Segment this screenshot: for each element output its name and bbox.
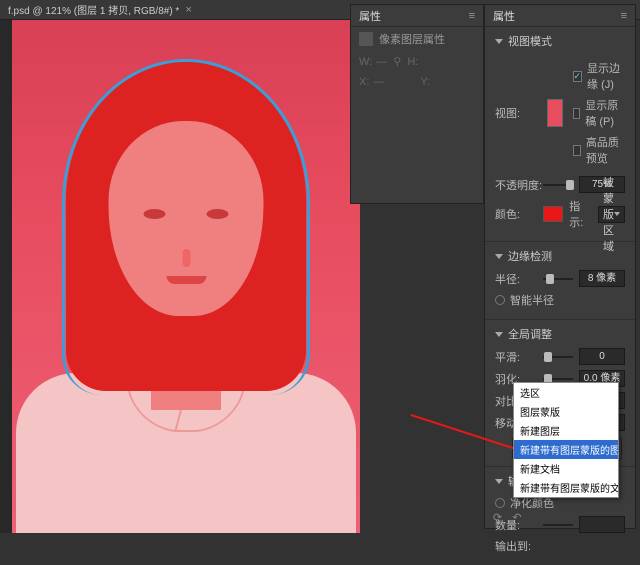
panel-menu-icon[interactable]: ≡ — [621, 10, 627, 22]
close-icon[interactable]: × — [185, 4, 191, 16]
dropdown-item[interactable]: 新建带有图层蒙版的文档 — [514, 478, 618, 497]
view-thumbnail[interactable] — [547, 99, 563, 127]
purify-color-radio[interactable] — [495, 498, 505, 508]
canvas-area[interactable] — [0, 20, 360, 533]
panel-menu-icon[interactable]: ≡ — [469, 10, 475, 22]
chevron-down-icon — [495, 332, 503, 337]
hq-preview-checkbox[interactable] — [573, 145, 581, 156]
opacity-value[interactable]: 75% — [579, 176, 625, 193]
show-original-checkbox[interactable] — [573, 108, 581, 119]
radius-value[interactable]: 8 像素 — [579, 270, 625, 287]
panel-title[interactable]: 属性 — [359, 8, 381, 24]
chevron-down-icon — [495, 254, 503, 259]
reset-icon[interactable]: ⟳ — [493, 511, 502, 524]
dropdown-item[interactable]: 选区 — [514, 383, 618, 402]
dropdown-item[interactable]: 新建带有图层蒙版的图层 — [514, 440, 618, 459]
smooth-slider[interactable] — [543, 350, 573, 364]
show-edge-checkbox[interactable] — [573, 71, 583, 82]
radius-slider[interactable] — [543, 272, 573, 286]
dropdown-item[interactable]: 新建文档 — [514, 459, 618, 478]
properties-panel-main: 属性≡ 视图模式 视图: 显示边缘 (J) 显示原稿 (P) 高品质预览 不透明… — [484, 4, 636, 529]
layer-icon — [359, 32, 373, 46]
undo-icon[interactable]: ↶ — [512, 511, 521, 524]
chevron-down-icon — [495, 479, 503, 484]
panel-footer: ⟳ ↶ — [493, 511, 627, 524]
section-global-adjust[interactable]: 全局调整 — [495, 326, 625, 342]
section-view-mode[interactable]: 视图模式 — [495, 33, 625, 49]
opacity-slider[interactable] — [543, 178, 573, 192]
photo — [12, 20, 360, 533]
dropdown-item[interactable]: 新建图层 — [514, 421, 618, 440]
output-to-dropdown[interactable]: 选区图层蒙版新建图层新建带有图层蒙版的图层新建文档新建带有图层蒙版的文档 — [513, 382, 619, 498]
indicate-dropdown[interactable]: 被蒙版区域 — [598, 206, 625, 223]
color-swatch[interactable] — [543, 206, 563, 222]
properties-panel-small: 属性≡ 像素图层属性 W:—⚲H: X:—Y: — [350, 4, 484, 204]
panel-title[interactable]: 属性 — [493, 8, 515, 24]
smart-radius-radio[interactable] — [495, 295, 505, 305]
dropdown-item[interactable]: 图层蒙版 — [514, 402, 618, 421]
document-tab[interactable]: f.psd @ 121% (图层 1 拷贝, RGB/8#) * — [8, 2, 179, 17]
chevron-down-icon — [495, 39, 503, 44]
